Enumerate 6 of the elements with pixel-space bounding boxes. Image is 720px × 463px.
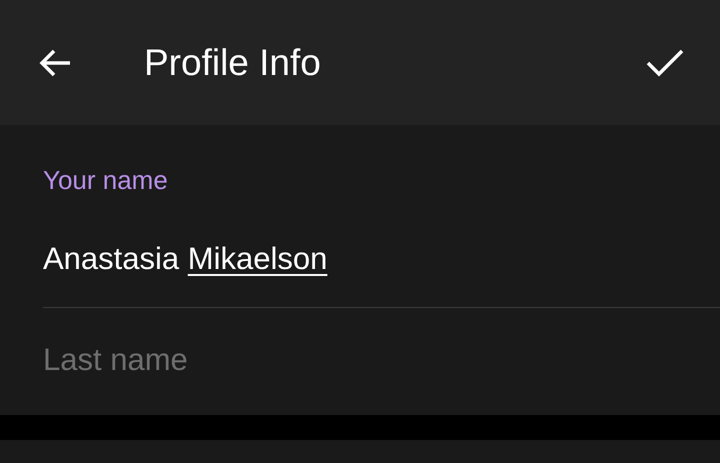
back-arrow-icon <box>38 48 72 78</box>
screen-title: Profile Info <box>144 42 322 84</box>
last-name-input-field[interactable]: Last name <box>43 338 643 382</box>
name-input-field[interactable]: Anastasia Mikaelson <box>43 239 720 308</box>
field-label: Your name <box>43 165 169 195</box>
checkmark-icon <box>646 48 684 78</box>
